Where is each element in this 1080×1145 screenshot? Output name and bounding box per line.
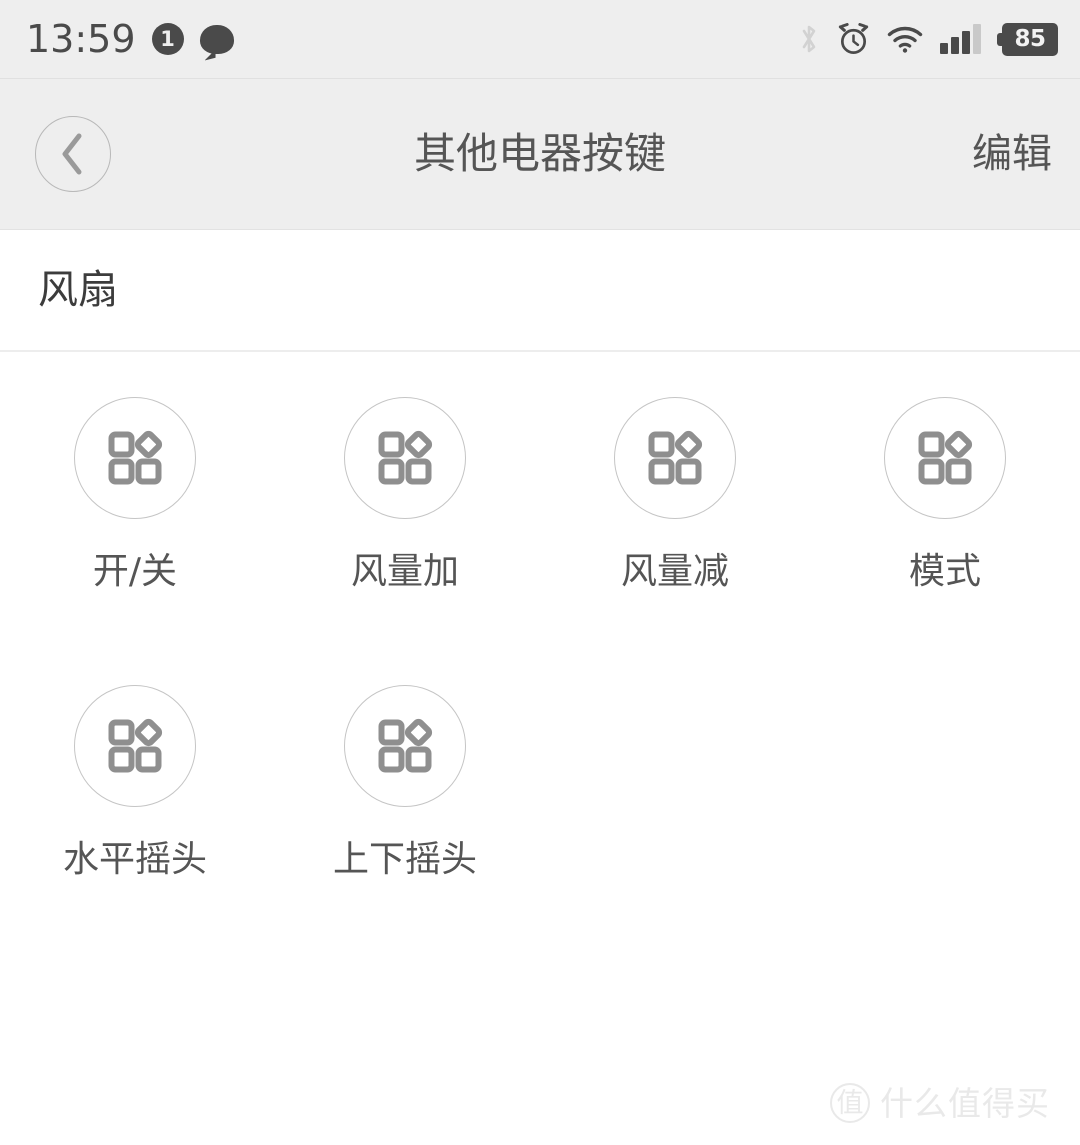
remote-key-label: 水平摇头 bbox=[62, 839, 207, 880]
remote-key-button[interactable] bbox=[74, 685, 196, 807]
wifi-icon bbox=[887, 26, 923, 53]
status-bar: 13:59 1 85 bbox=[0, 0, 1080, 78]
remote-key-label: 模式 bbox=[908, 551, 981, 592]
watermark-logo-icon: 值 bbox=[830, 1083, 870, 1123]
bluetooth-icon bbox=[802, 25, 816, 53]
remote-key-button[interactable] bbox=[74, 397, 196, 519]
remote-key-label: 上下摇头 bbox=[332, 839, 477, 880]
status-clock: 13:59 bbox=[26, 17, 136, 61]
notification-count-badge: 1 bbox=[151, 23, 184, 55]
remote-key-button[interactable] bbox=[344, 685, 466, 807]
section-header-fan: 风扇 bbox=[0, 230, 1080, 352]
remote-key-speed-up[interactable]: 风量加 bbox=[270, 397, 540, 685]
remote-key-grid: 开/关 风量加 风量减 模式 水平摇头 上下摇头 bbox=[0, 352, 1080, 973]
remote-key-speed-down[interactable]: 风量减 bbox=[540, 397, 810, 685]
remote-key-power[interactable]: 开/关 bbox=[0, 397, 270, 685]
nav-bar: 其他电器按键 编辑 bbox=[0, 78, 1080, 230]
status-bar-right: 85 bbox=[798, 22, 1058, 56]
remote-key-button[interactable] bbox=[344, 397, 466, 519]
section-title: 风扇 bbox=[38, 267, 118, 313]
battery-level-text: 85 bbox=[1014, 25, 1046, 52]
four-squares-icon bbox=[648, 430, 703, 485]
four-squares-icon bbox=[378, 718, 433, 773]
remote-key-label: 风量减 bbox=[620, 551, 729, 592]
content-area: 风扇 开/关 风量加 风量减 模式 水平摇头 上下摇头 bbox=[0, 230, 1080, 973]
four-squares-icon bbox=[918, 430, 973, 485]
remote-key-mode[interactable]: 模式 bbox=[810, 397, 1080, 685]
four-squares-icon bbox=[378, 430, 433, 485]
page-title: 其他电器按键 bbox=[413, 129, 666, 178]
battery-icon: 85 bbox=[997, 22, 1058, 56]
remote-key-button[interactable] bbox=[614, 397, 736, 519]
watermark-text: 什么值得买 bbox=[880, 1083, 1050, 1123]
remote-key-label: 风量加 bbox=[350, 551, 459, 592]
remote-key-button[interactable] bbox=[884, 397, 1006, 519]
watermark: 值 什么值得买 bbox=[830, 1083, 1050, 1123]
status-bar-left: 13:59 1 bbox=[26, 20, 234, 58]
four-squares-icon bbox=[108, 718, 163, 773]
remote-key-horizontal-swing[interactable]: 水平摇头 bbox=[0, 685, 270, 973]
edit-button[interactable]: 编辑 bbox=[972, 134, 1052, 174]
remote-key-label: 开/关 bbox=[92, 551, 178, 592]
cellular-signal-icon bbox=[940, 24, 981, 54]
alarm-clock-icon bbox=[838, 22, 869, 54]
remote-key-vertical-swing[interactable]: 上下摇头 bbox=[270, 685, 540, 973]
phone-screen: 13:59 1 85 其他电器按键 编辑 风扇 开/关 风量加 风量减 模式 水… bbox=[0, 0, 1080, 1145]
four-squares-icon bbox=[108, 430, 163, 485]
chat-bubble-icon bbox=[199, 24, 234, 54]
